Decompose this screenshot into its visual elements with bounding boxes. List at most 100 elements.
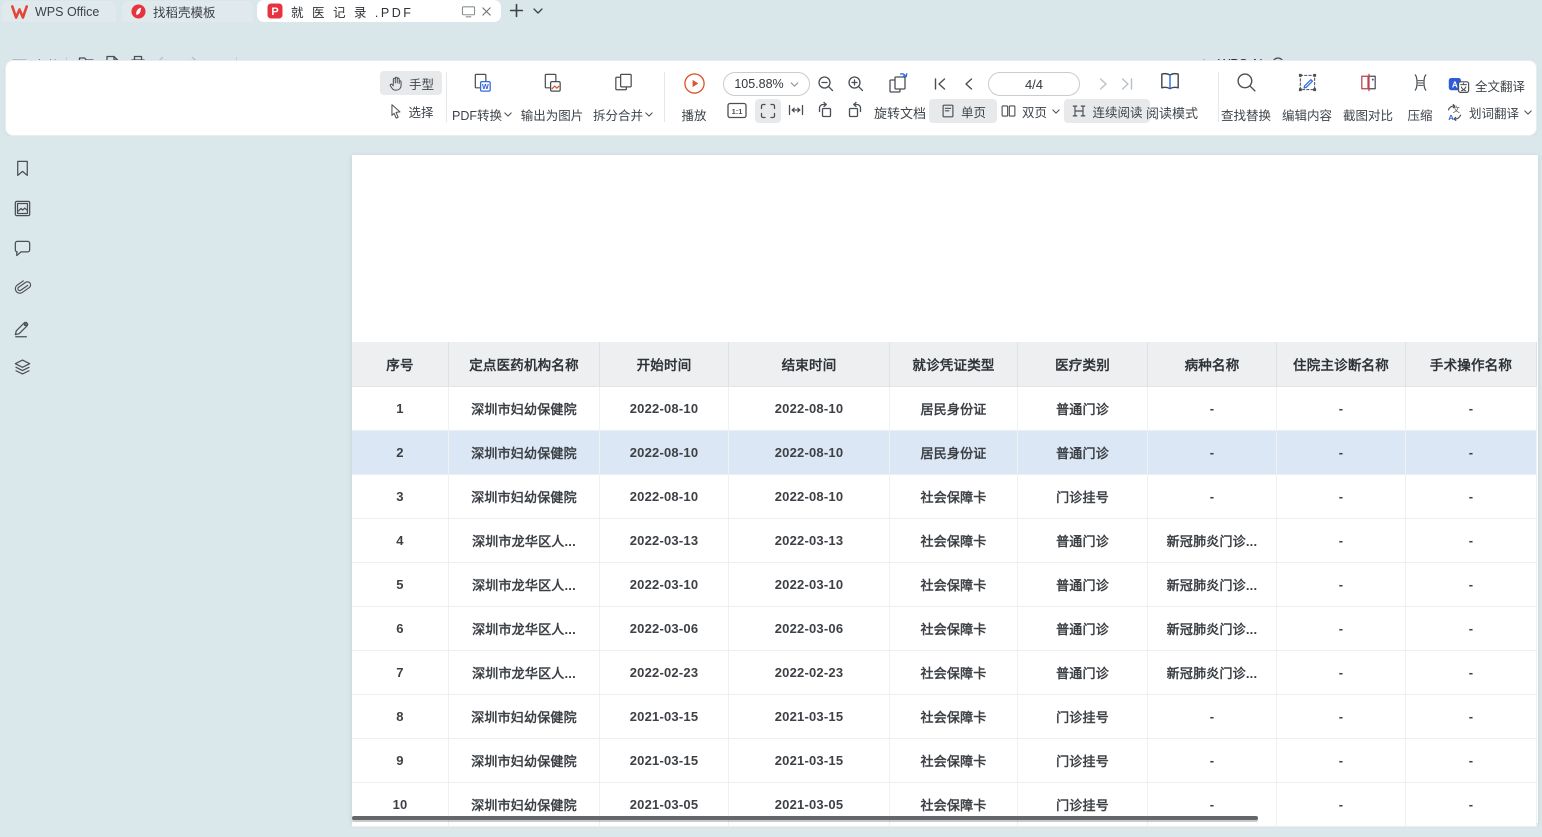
compress-button[interactable]: 压缩 xyxy=(1398,70,1442,126)
table-cell: 深圳市妇幼保健院 xyxy=(449,475,600,518)
table-cell: - xyxy=(1406,739,1537,782)
double-page-button[interactable]: 双页 xyxy=(994,99,1066,123)
tab-close-icon[interactable] xyxy=(477,2,495,20)
zoom-out-button[interactable] xyxy=(817,75,835,93)
table-cell: 普通门诊 xyxy=(1018,607,1148,650)
hand-tool-button[interactable]: 手型 xyxy=(380,71,442,95)
rotate-right-button[interactable] xyxy=(846,101,864,119)
last-page-button[interactable] xyxy=(1120,77,1134,91)
table-cell: 3 xyxy=(352,475,449,518)
table-cell: 2022-03-13 xyxy=(600,519,729,562)
table-cell: 2022-03-13 xyxy=(729,519,890,562)
table-cell: 2021-03-15 xyxy=(600,739,729,782)
table-cell: 2022-08-10 xyxy=(729,431,890,474)
rotate-pages-icon xyxy=(886,72,910,96)
read-mode-label[interactable]: 阅读模式 xyxy=(1146,103,1198,122)
rotate-right-icon xyxy=(846,101,864,119)
table-cell: - xyxy=(1277,607,1406,650)
word-translate-button[interactable]: 文 A 划词翻译 xyxy=(1441,100,1536,124)
pdf-convert-label: PDF转换 xyxy=(452,105,502,124)
single-page-button[interactable]: 单页 xyxy=(929,99,997,123)
edit-content-label: 编辑内容 xyxy=(1282,105,1332,124)
screenshot-compare-icon xyxy=(1358,72,1379,93)
tab-document-active[interactable]: P 就 医 记 录 .PDF xyxy=(257,0,501,22)
rotate-left-button[interactable] xyxy=(816,101,834,119)
continuous-read-button[interactable]: 连续阅读 xyxy=(1064,99,1150,123)
screenshot-compare-button[interactable]: 截图对比 xyxy=(1340,70,1396,126)
play-button[interactable]: 播放 xyxy=(668,70,720,126)
last-page-icon xyxy=(1120,77,1134,91)
table-cell: - xyxy=(1277,651,1406,694)
medical-records-table: 序号 定点医药机构名称 开始时间 结束时间 就诊凭证类型 医疗类别 病种名称 住… xyxy=(352,342,1537,827)
word-translate-label: 划词翻译 xyxy=(1469,103,1519,122)
tab-window-mode-icon[interactable] xyxy=(459,2,477,20)
rotate-pages-button[interactable] xyxy=(886,72,910,96)
rotate-doc-label[interactable]: 旋转文档 xyxy=(874,103,926,122)
table-cell: 1 xyxy=(352,387,449,430)
export-image-button[interactable]: 输出为图片 xyxy=(516,70,588,126)
table-cell: - xyxy=(1277,783,1406,826)
table-row: 1深圳市妇幼保健院2022-08-102022-08-10居民身份证普通门诊--… xyxy=(352,387,1537,431)
table-cell: 新冠肺炎门诊... xyxy=(1148,519,1277,562)
page-number-input[interactable]: 4/4 xyxy=(988,72,1080,96)
actual-size-button[interactable]: 1:1 xyxy=(727,102,747,119)
table-cell: 深圳市龙华区人... xyxy=(449,519,600,562)
column-header: 住院主诊断名称 xyxy=(1277,342,1406,386)
table-cell: 深圳市龙华区人... xyxy=(449,563,600,606)
signature-panel-button[interactable] xyxy=(12,317,33,338)
table-row: 5深圳市龙华区人...2022-03-102022-03-10社会保障卡普通门诊… xyxy=(352,563,1537,607)
find-replace-label: 查找替换 xyxy=(1221,105,1271,124)
previous-page-button[interactable] xyxy=(962,77,976,91)
bookmarks-panel-button[interactable] xyxy=(12,158,33,179)
attachments-panel-button[interactable] xyxy=(12,278,33,299)
table-cell: 社会保障卡 xyxy=(890,563,1018,606)
first-page-button[interactable] xyxy=(933,77,947,91)
double-page-label: 双页 xyxy=(1022,102,1047,121)
split-merge-button[interactable]: 拆分合并 xyxy=(590,70,656,126)
comments-panel-button[interactable] xyxy=(12,238,33,259)
table-cell: 9 xyxy=(352,739,449,782)
table-cell: - xyxy=(1406,475,1537,518)
fit-width-icon xyxy=(787,101,805,119)
table-cell: 2021-03-15 xyxy=(729,695,890,738)
zoom-out-icon xyxy=(817,75,835,93)
table-cell: 门诊挂号 xyxy=(1018,695,1148,738)
tab-wps-office[interactable]: WPS Office xyxy=(2,1,116,22)
zoom-level-select[interactable]: 105.88% xyxy=(723,72,810,96)
table-cell: 2022-03-10 xyxy=(600,563,729,606)
svg-text:1:1: 1:1 xyxy=(732,107,743,116)
image-icon xyxy=(12,198,33,219)
table-cell: - xyxy=(1277,563,1406,606)
chevron-down-icon xyxy=(1052,109,1060,114)
table-cell: 门诊挂号 xyxy=(1018,475,1148,518)
find-replace-button[interactable]: 查找替换 xyxy=(1218,70,1274,126)
zoom-in-button[interactable] xyxy=(847,75,865,93)
svg-text:A: A xyxy=(1448,112,1454,121)
document-workspace: 序号 定点医药机构名称 开始时间 结束时间 就诊凭证类型 医疗类别 病种名称 住… xyxy=(0,136,1542,837)
table-row: 2深圳市妇幼保健院2022-08-102022-08-10居民身份证普通门诊--… xyxy=(352,431,1537,475)
fit-width-button[interactable] xyxy=(787,101,805,119)
tab-list-chevron-icon[interactable] xyxy=(533,8,543,14)
table-cell: 居民身份证 xyxy=(890,387,1018,430)
table-body: 1深圳市妇幼保健院2022-08-102022-08-10居民身份证普通门诊--… xyxy=(352,387,1537,827)
select-tool-button[interactable]: 选择 xyxy=(380,99,442,123)
next-page-button[interactable] xyxy=(1096,77,1110,91)
full-translate-icon: A xyxy=(1448,77,1470,94)
table-cell: 2021-03-15 xyxy=(729,739,890,782)
table-cell: 深圳市妇幼保健院 xyxy=(449,695,600,738)
thumbnails-panel-button[interactable] xyxy=(12,198,33,219)
table-cell: 深圳市龙华区人... xyxy=(449,607,600,650)
table-cell: 社会保障卡 xyxy=(890,519,1018,562)
tab-docer-templates[interactable]: 找稻壳模板 xyxy=(122,1,253,22)
edit-content-button[interactable]: 编辑内容 xyxy=(1279,70,1335,126)
table-cell: 2022-08-10 xyxy=(600,387,729,430)
pdf-convert-button[interactable]: W PDF转换 xyxy=(448,70,516,126)
layers-panel-button[interactable] xyxy=(12,357,33,378)
new-tab-button[interactable] xyxy=(509,3,524,18)
fit-page-button[interactable] xyxy=(755,99,781,123)
table-cell: - xyxy=(1406,519,1537,562)
table-cell: 普通门诊 xyxy=(1018,387,1148,430)
full-translate-button[interactable]: A 全文翻译 xyxy=(1444,73,1529,97)
table-cell: 深圳市龙华区人... xyxy=(449,651,600,694)
one-to-one-icon: 1:1 xyxy=(727,102,747,119)
